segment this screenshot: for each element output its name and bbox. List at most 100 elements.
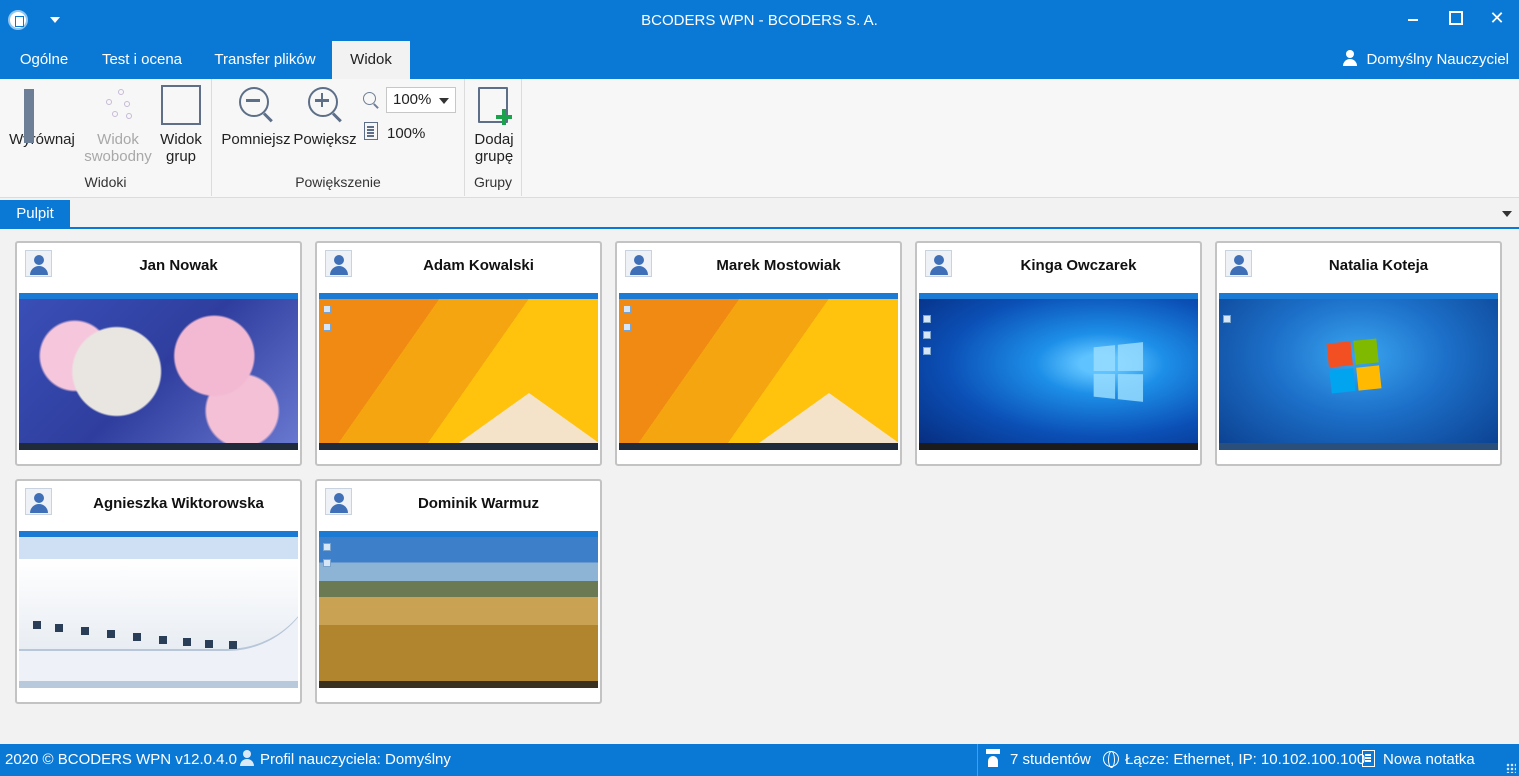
remote-titlebar [319, 293, 598, 299]
current-user[interactable]: Domyślny Nauczyciel [1342, 41, 1509, 79]
pomniejsz-button[interactable]: Pomniejsz [218, 85, 294, 148]
widok-swobodny-button[interactable]: Widok swobodny [80, 85, 156, 165]
powieksz-label: Powiększ [293, 131, 357, 148]
widok-grup-button[interactable]: Widok grup [156, 85, 206, 165]
powieksz-button[interactable]: Powiększ [292, 85, 358, 148]
tabs-dropdown-icon[interactable] [1502, 211, 1512, 217]
building-window [159, 636, 167, 644]
desktop-icon [923, 347, 931, 355]
document-tabs: Pulpit [0, 199, 1519, 229]
remote-taskbar [619, 443, 898, 450]
desktop-icon [323, 559, 331, 567]
free-view-icon [98, 85, 138, 125]
columns-icon [161, 85, 201, 125]
student-name: Dominik Warmuz [417, 495, 540, 512]
user-icon [240, 750, 254, 766]
maximize-button[interactable] [1431, 0, 1477, 36]
student-card[interactable]: Agnieszka Wiktorowska [15, 479, 302, 704]
building-window [229, 641, 237, 649]
desktop-icon [323, 543, 331, 551]
student-card[interactable]: Dominik Warmuz [315, 479, 602, 704]
tab-widok[interactable]: Widok [332, 41, 410, 79]
student-screen-thumbnail[interactable] [319, 293, 598, 450]
remote-titlebar [919, 293, 1198, 299]
zoom-level-select[interactable]: 100% [386, 87, 456, 113]
resize-grip[interactable] [1506, 763, 1516, 773]
copyright-version: 2020 © BCODERS WPN v12.0.4.0 [5, 751, 237, 768]
students-count-label: 7 studentów [1010, 751, 1091, 768]
status-separator [977, 744, 978, 776]
student-name: Kinga Owczarek [1020, 257, 1137, 274]
remote-titlebar [19, 293, 298, 299]
remote-titlebar [1219, 293, 1498, 299]
user-name: Domyślny Nauczyciel [1366, 51, 1509, 68]
note-icon [1362, 750, 1375, 767]
new-note-button[interactable]: Nowa notatka [1362, 744, 1475, 776]
group-label-grupy: Grupy [473, 174, 513, 190]
ribbon-group-widoki: Wyrównaj Widok swobodny Widok grup Widok… [0, 79, 212, 196]
student-screen-thumbnail[interactable] [1219, 293, 1498, 450]
student-avatar-icon [325, 488, 352, 515]
student-card[interactable]: Marek Mostowiak [615, 241, 902, 466]
zoom-in-icon [305, 85, 345, 125]
student-card[interactable]: Natalia Koteja [1215, 241, 1502, 466]
tab-test-i-ocena[interactable]: Test i ocena [86, 41, 198, 79]
status-bar: 2020 © BCODERS WPN v12.0.4.0 Profil nauc… [0, 744, 1519, 776]
student-card[interactable]: Kinga Owczarek [915, 241, 1202, 466]
wyrownaj-button[interactable]: Wyrównaj [6, 85, 78, 148]
page-icon [364, 122, 378, 140]
title-bar: BCODERS WPN - BCODERS S. A. ✕ [0, 0, 1519, 41]
student-card[interactable]: Jan Nowak [15, 241, 302, 466]
tab-transfer-plikow[interactable]: Transfer plików [198, 41, 332, 79]
connection-label: Łącze: Ethernet, IP: 10.102.100.100 [1125, 751, 1366, 768]
student-card[interactable]: Adam Kowalski [315, 241, 602, 466]
close-button[interactable]: ✕ [1474, 0, 1519, 36]
dodaj-label-1: Dodaj [474, 131, 514, 148]
remote-taskbar [1219, 443, 1498, 450]
chevron-down-icon [439, 98, 449, 104]
remote-titlebar [619, 293, 898, 299]
building-window [205, 640, 213, 648]
pomniejsz-label: Pomniejsz [221, 131, 291, 148]
minimize-button[interactable] [1390, 0, 1436, 36]
tab-pulpit[interactable]: Pulpit [0, 200, 70, 228]
student-avatar-icon [25, 250, 52, 277]
student-name: Marek Mostowiak [716, 257, 841, 274]
student-screen-thumbnail[interactable] [619, 293, 898, 450]
widok-swobodny-label-2: swobodny [84, 148, 152, 165]
dodaj-grupe-button[interactable]: Dodaj grupę [469, 85, 519, 165]
window-title: BCODERS WPN - BCODERS S. A. [641, 12, 878, 29]
group-label-widoki: Widoki [84, 174, 127, 190]
building-window [33, 621, 41, 629]
zoom-out-icon [236, 85, 276, 125]
user-icon [1342, 50, 1358, 66]
remote-taskbar [919, 443, 1198, 450]
windows-flag-icon [1326, 338, 1382, 394]
student-name: Jan Nowak [139, 257, 218, 274]
student-name: Agnieszka Wiktorowska [93, 495, 264, 512]
students-count[interactable]: 7 studentów [986, 744, 1091, 776]
desktop-icon [623, 305, 631, 313]
building-window [183, 638, 191, 646]
teacher-profile-label: Profil nauczyciela: Domyślny [260, 751, 451, 768]
student-screen-thumbnail[interactable] [19, 531, 298, 688]
desktop-icon [923, 315, 931, 323]
ribbon-group-grupy: Dodaj grupę Grupy [465, 79, 522, 196]
building-window [81, 627, 89, 635]
teacher-profile[interactable]: Profil nauczyciela: Domyślny [240, 744, 451, 776]
building-window [133, 633, 141, 641]
add-group-icon [474, 85, 514, 125]
student-screen-thumbnail[interactable] [919, 293, 1198, 450]
group-label-powiekszenie: Powiększenie [295, 174, 381, 190]
desktop-icon [323, 323, 331, 331]
ribbon-tabs: Ogólne Test i ocena Transfer plików Wido… [0, 41, 1519, 79]
zoom-search-icon [363, 92, 379, 108]
tab-ogolne[interactable]: Ogólne [2, 41, 86, 79]
student-avatar-icon [1225, 250, 1252, 277]
page-zoom-value: 100% [387, 125, 426, 142]
student-screen-thumbnail[interactable] [19, 293, 298, 450]
building-window [107, 630, 115, 638]
student-screen-thumbnail[interactable] [319, 531, 598, 688]
student-avatar-icon [925, 250, 952, 277]
desktop-icon [323, 305, 331, 313]
